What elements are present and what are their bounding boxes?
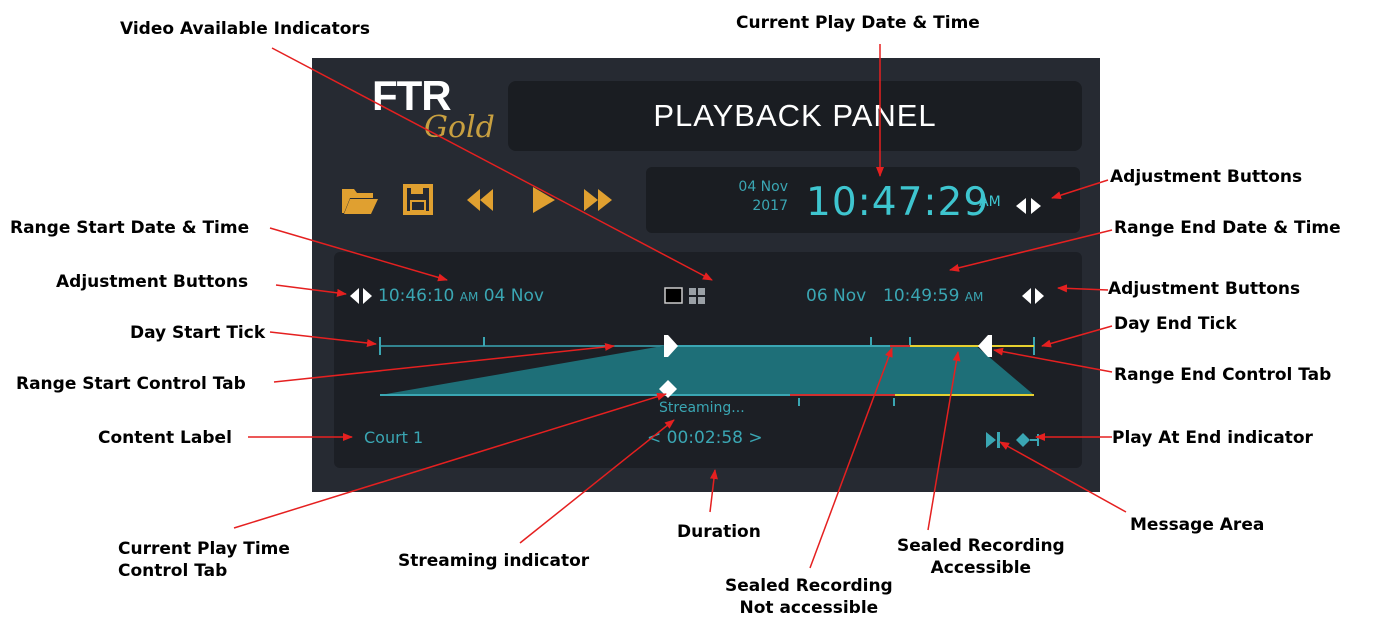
annotation-adjust-right: Adjustment Buttons	[1108, 279, 1301, 299]
annotation-streaming: Streaming indicator	[398, 551, 590, 571]
annotation-sealed-not-line2: Not accessible	[739, 598, 879, 618]
annotation-sealed-not-accessible: Sealed Recording Not accessible	[725, 575, 893, 619]
annotation-current-play-tab-line1: Current Play Time	[118, 539, 290, 559]
annotation-adjust-left: Adjustment Buttons	[56, 272, 249, 292]
annotation-sealed-not-line1: Sealed Recording	[725, 576, 893, 596]
annotation-current-play-tab-line2: Control Tab	[118, 561, 228, 581]
annotation-play-at-end: Play At End indicator	[1112, 428, 1313, 448]
annotation-current-play-datetime: Current Play Date & Time	[736, 13, 980, 33]
annotation-message-area: Message Area	[1130, 515, 1265, 535]
annotation-sealed-accessible-line2: Accessible	[930, 558, 1032, 578]
annotation-range-start-datetime: Range Start Date & Time	[10, 218, 250, 238]
annotation-day-start-tick: Day Start Tick	[130, 323, 266, 343]
annotation-content-label: Content Label	[98, 428, 232, 448]
annotation-adjust-top: Adjustment Buttons	[1110, 167, 1303, 187]
annotation-sealed-accessible: Sealed Recording Accessible	[897, 535, 1065, 579]
annotation-range-end-tab: Range End Control Tab	[1114, 365, 1332, 385]
annotation-range-start-tab: Range Start Control Tab	[16, 374, 246, 394]
annotation-video-available: Video Available Indicators	[120, 19, 370, 39]
annotation-current-play-tab: Current Play Time Control Tab	[118, 538, 290, 582]
annotation-day-end-tick: Day End Tick	[1114, 314, 1237, 334]
annotation-sealed-accessible-line1: Sealed Recording	[897, 536, 1065, 556]
annotation-duration: Duration	[677, 522, 761, 542]
annotation-range-end-datetime: Range End Date & Time	[1114, 218, 1341, 238]
